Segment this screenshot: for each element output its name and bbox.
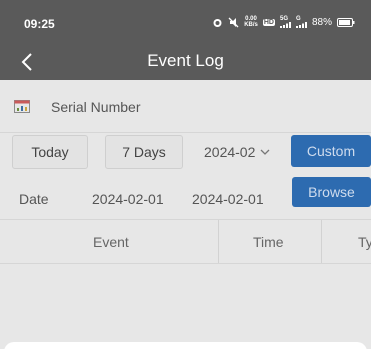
column-type: Ty (358, 234, 371, 250)
event-log-screen: 09:25 0.00 KB/s HD 5G G 88% Event Log Se… (0, 0, 371, 362)
alarm-icon (212, 17, 223, 28)
table-header: Event Time Ty (0, 220, 371, 264)
month-value: 2024-02 (204, 144, 256, 160)
calendar-chart-icon (14, 99, 30, 118)
title-bar: Event Log (0, 44, 371, 80)
start-date[interactable]: 2024-02-01 (92, 191, 164, 207)
signal-5g-icon: 5G (279, 16, 291, 28)
browse-button[interactable]: Browse (292, 177, 371, 207)
column-divider (218, 220, 219, 263)
seven-days-button[interactable]: 7 Days (105, 135, 183, 169)
column-divider (321, 220, 322, 263)
bottom-sheet[interactable] (4, 342, 367, 362)
serial-number-label: Serial Number (51, 99, 141, 115)
chevron-down-icon (260, 149, 270, 155)
column-time: Time (253, 234, 284, 250)
filter-row: Today 7 Days 2024-02 Custom (0, 133, 371, 178)
date-label: Date (19, 191, 49, 207)
network-speed: 0.00 KB/s (244, 16, 258, 28)
hd-icon: HD (262, 18, 275, 26)
end-date[interactable]: 2024-02-01 (192, 191, 264, 207)
status-time: 09:25 (24, 17, 55, 31)
signal-g-icon: G (295, 16, 307, 28)
content-area: Serial Number Today 7 Days 2024-02 Custo… (0, 80, 371, 349)
custom-button[interactable]: Custom (291, 135, 371, 167)
today-button[interactable]: Today (12, 135, 88, 169)
column-event: Event (93, 234, 129, 250)
status-icons: 0.00 KB/s HD 5G G 88% (212, 16, 355, 28)
battery-icon (337, 17, 355, 27)
serial-number-row[interactable]: Serial Number (0, 80, 371, 133)
status-bar: 09:25 0.00 KB/s HD 5G G 88% (0, 0, 371, 44)
mute-icon (228, 17, 239, 28)
battery-percent: 88% (311, 16, 332, 28)
page-title: Event Log (147, 51, 224, 70)
month-select[interactable]: 2024-02 (204, 144, 270, 160)
date-range-row: Date 2024-02-01 2024-02-01 Browse (0, 177, 371, 220)
